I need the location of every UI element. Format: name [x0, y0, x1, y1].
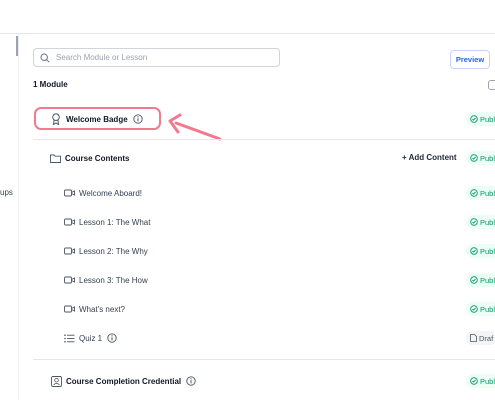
expand-toggle[interactable] — [488, 80, 495, 90]
credential-label: Course Completion Credential — [66, 376, 182, 386]
lesson-row[interactable]: What's next? — [33, 295, 495, 323]
document-icon — [470, 334, 477, 342]
check-circle-icon — [470, 305, 478, 313]
left-panel-label: ups — [0, 188, 13, 197]
video-icon — [62, 186, 76, 200]
lesson-label: Lesson 2: The Why — [79, 246, 148, 256]
status-badge: Publi — [466, 273, 495, 287]
check-circle-icon — [470, 247, 478, 255]
status-badge: Publi — [466, 374, 495, 388]
module-count: 1 Module — [33, 80, 68, 89]
add-content-button[interactable]: + Add Content — [402, 153, 457, 162]
lesson-row[interactable]: Lesson 3: The How — [33, 266, 495, 294]
top-bar — [0, 0, 495, 34]
left-panel-scroll-indicator — [16, 36, 18, 56]
video-icon — [62, 244, 76, 258]
lesson-row[interactable]: Lesson 2: The Why — [33, 237, 495, 265]
status-badge: Publi — [466, 151, 495, 165]
status-badge: Draf — [466, 331, 495, 345]
highlight-box — [34, 107, 161, 130]
check-circle-icon — [470, 377, 478, 385]
divider — [33, 359, 495, 360]
credential-row[interactable]: Course Completion Credential — [33, 367, 495, 395]
lesson-row[interactable]: Welcome Aboard! — [33, 179, 495, 207]
check-circle-icon — [470, 276, 478, 284]
quiz-row[interactable]: Quiz 1 — [33, 324, 495, 352]
folder-icon — [48, 151, 62, 165]
status-badge: Publi — [466, 215, 495, 229]
lesson-label: Lesson 1: The What — [79, 217, 151, 227]
lesson-label: Lesson 3: The How — [79, 275, 148, 285]
left-panel-divider — [18, 33, 19, 400]
certificate-icon — [49, 374, 63, 388]
video-icon — [62, 302, 76, 316]
lesson-label: Welcome Aboard! — [79, 188, 142, 198]
check-circle-icon — [470, 154, 478, 162]
video-icon — [62, 215, 76, 229]
check-circle-icon — [470, 115, 478, 123]
course-contents-label: Course Contents — [65, 153, 130, 163]
lesson-label: What's next? — [79, 304, 125, 314]
quiz-label: Quiz 1 — [79, 333, 103, 343]
info-icon[interactable] — [107, 333, 117, 343]
info-icon[interactable] — [186, 376, 196, 386]
search-icon — [38, 51, 52, 65]
divider — [33, 139, 495, 140]
status-badge: Publi — [466, 112, 495, 126]
list-icon — [62, 331, 76, 345]
search-placeholder: Search Module or Lesson — [56, 53, 148, 62]
search-input[interactable]: Search Module or Lesson — [33, 48, 280, 67]
check-circle-icon — [470, 189, 478, 197]
status-badge: Publi — [466, 302, 495, 316]
preview-button[interactable]: Preview — [450, 50, 490, 69]
check-circle-icon — [470, 218, 478, 226]
status-badge: Publi — [466, 186, 495, 200]
status-badge: Publi — [466, 244, 495, 258]
lesson-row[interactable]: Lesson 1: The What — [33, 208, 495, 236]
video-icon — [62, 273, 76, 287]
